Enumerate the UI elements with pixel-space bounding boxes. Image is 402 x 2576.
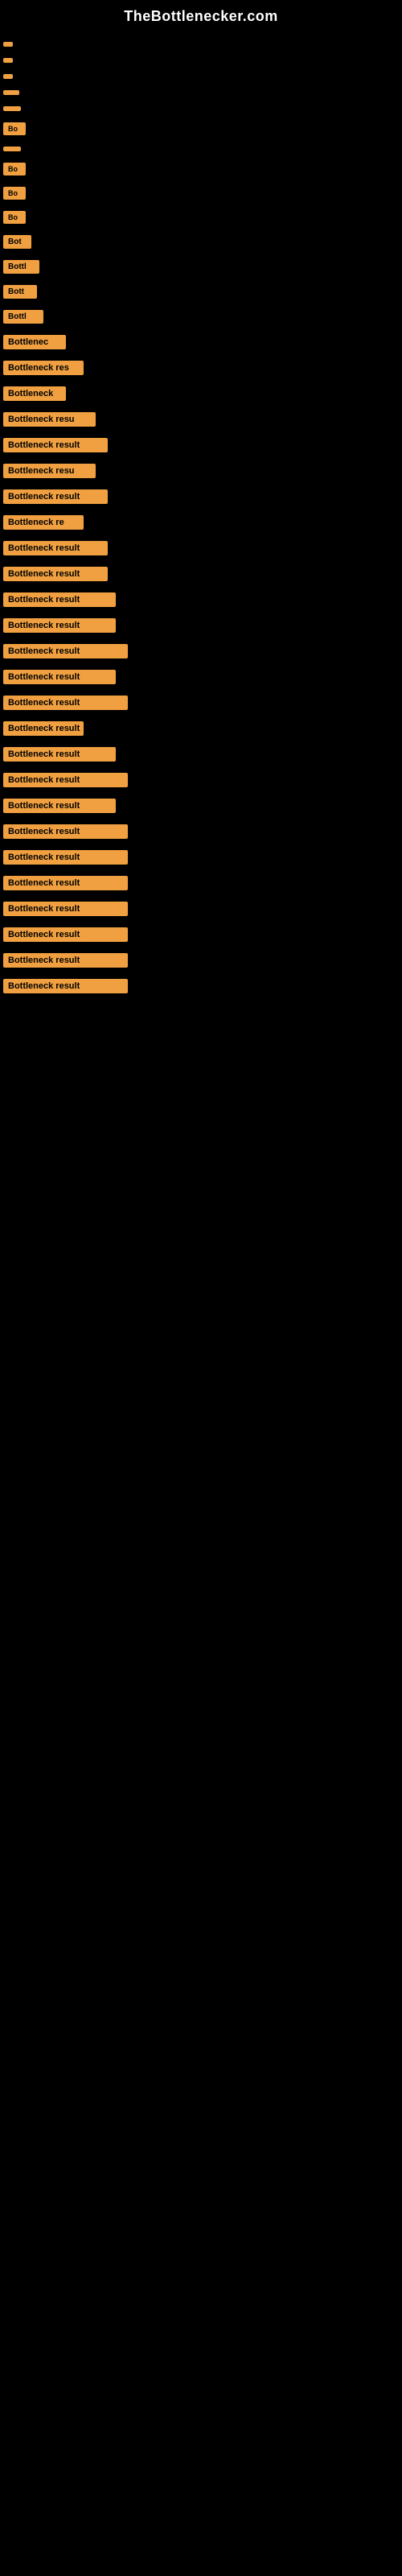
list-item: Bottleneck result [0, 871, 402, 895]
bottleneck-result-badge: B [3, 74, 13, 79]
list-item: Bo [0, 118, 402, 140]
list-item: B [0, 142, 402, 156]
list-item: Bottleneck result [0, 819, 402, 844]
list-item: Bottleneck result [0, 923, 402, 947]
list-item: Bottleneck result [0, 691, 402, 715]
bottleneck-result-badge: Bottleneck result [3, 979, 128, 993]
bottleneck-result-badge: Bottl [3, 310, 43, 324]
bottleneck-result-badge: Bottleneck resu [3, 412, 96, 427]
bottleneck-result-badge: Bottleneck result [3, 799, 116, 813]
bottleneck-result-badge: Bo [3, 163, 26, 175]
bottleneck-result-badge: Bo [3, 211, 26, 224]
bottleneck-result-badge: Bottleneck [3, 386, 66, 401]
bottleneck-result-badge: Bottleneck result [3, 850, 128, 865]
bottleneck-result-badge: Bottleneck re [3, 515, 84, 530]
list-item: Bottl [0, 255, 402, 279]
list-item: Bottleneck result [0, 613, 402, 638]
list-item: Bottleneck result [0, 716, 402, 741]
list-item: Bottleneck result [0, 768, 402, 792]
list-item: B [0, 37, 402, 52]
bottleneck-result-badge: Bottleneck result [3, 721, 84, 736]
list-item: Bottleneck result [0, 485, 402, 509]
list-item: Bottleneck result [0, 536, 402, 560]
list-item: Bottleneck result [0, 433, 402, 457]
bottleneck-result-badge: Bottleneck result [3, 670, 116, 684]
list-item: B [0, 53, 402, 68]
list-item: Bo [0, 158, 402, 180]
list-item: Bot [0, 230, 402, 254]
list-item: B [0, 101, 402, 116]
list-item: Bottleneck result [0, 562, 402, 586]
bottleneck-result-badge: Bottleneck result [3, 747, 116, 762]
bottleneck-result-badge: Bottleneck result [3, 567, 108, 581]
list-item: Bottleneck re [0, 510, 402, 535]
bottleneck-result-badge: Bottleneck result [3, 541, 108, 555]
bottleneck-result-badge: Bottleneck result [3, 489, 108, 504]
list-item: B [0, 85, 402, 100]
bottleneck-result-badge: B [3, 90, 19, 95]
list-item: Bottleneck [0, 382, 402, 406]
list-item: Bottleneck result [0, 639, 402, 663]
bottleneck-result-badge: Bottleneck result [3, 773, 128, 787]
bottleneck-result-badge: Bottlenec [3, 335, 66, 349]
bottleneck-result-badge: Bott [3, 285, 37, 299]
bottleneck-result-badge: Bottleneck result [3, 953, 128, 968]
list-item: Bottleneck result [0, 845, 402, 869]
bottleneck-result-badge: Bo [3, 187, 26, 200]
list-item: Bottleneck result [0, 588, 402, 612]
list-item: Bottleneck resu [0, 459, 402, 483]
list-item: Bo [0, 182, 402, 204]
bottleneck-result-badge: Bottleneck result [3, 824, 128, 839]
bottleneck-result-badge: Bottleneck result [3, 902, 128, 916]
bottleneck-result-badge: Bottleneck result [3, 876, 128, 890]
list-item: Bottleneck result [0, 948, 402, 972]
list-item: Bottleneck result [0, 974, 402, 998]
list-item: B [0, 69, 402, 84]
site-title: TheBottlenecker.com [0, 0, 402, 29]
bottleneck-result-badge: Bottleneck result [3, 644, 128, 658]
bottleneck-result-badge: Bottleneck result [3, 696, 128, 710]
list-item: Bo [0, 206, 402, 229]
bottleneck-result-badge: Bottleneck result [3, 592, 116, 607]
bottleneck-result-badge: Bottleneck result [3, 618, 116, 633]
list-item: Bottleneck result [0, 665, 402, 689]
bottleneck-result-badge: Bot [3, 235, 31, 249]
bottleneck-result-badge: B [3, 106, 21, 111]
list-item: Bottleneck result [0, 897, 402, 921]
bottleneck-result-badge: Bottleneck result [3, 927, 128, 942]
bottleneck-result-badge: Bo [3, 122, 26, 135]
list-item: Bottleneck resu [0, 407, 402, 431]
list-item: Bottleneck res [0, 356, 402, 380]
bottleneck-result-badge: Bottl [3, 260, 39, 274]
bottleneck-result-badge: Bottleneck res [3, 361, 84, 375]
bottleneck-result-badge: Bottleneck result [3, 438, 108, 452]
list-item: Bottleneck result [0, 742, 402, 766]
list-item: Bott [0, 280, 402, 303]
list-item: Bottleneck result [0, 794, 402, 818]
bottleneck-result-badge: B [3, 147, 21, 151]
bottleneck-result-badge: B [3, 42, 13, 47]
list-item: Bottlenec [0, 330, 402, 354]
results-container: B B B B B Bo B Bo Bo Bo Bot Bottl Bott Bottl Bottlenec… [0, 29, 402, 1008]
list-item: Bottl [0, 305, 402, 328]
bottleneck-result-badge: Bottleneck resu [3, 464, 96, 478]
bottleneck-result-badge: B [3, 58, 13, 63]
